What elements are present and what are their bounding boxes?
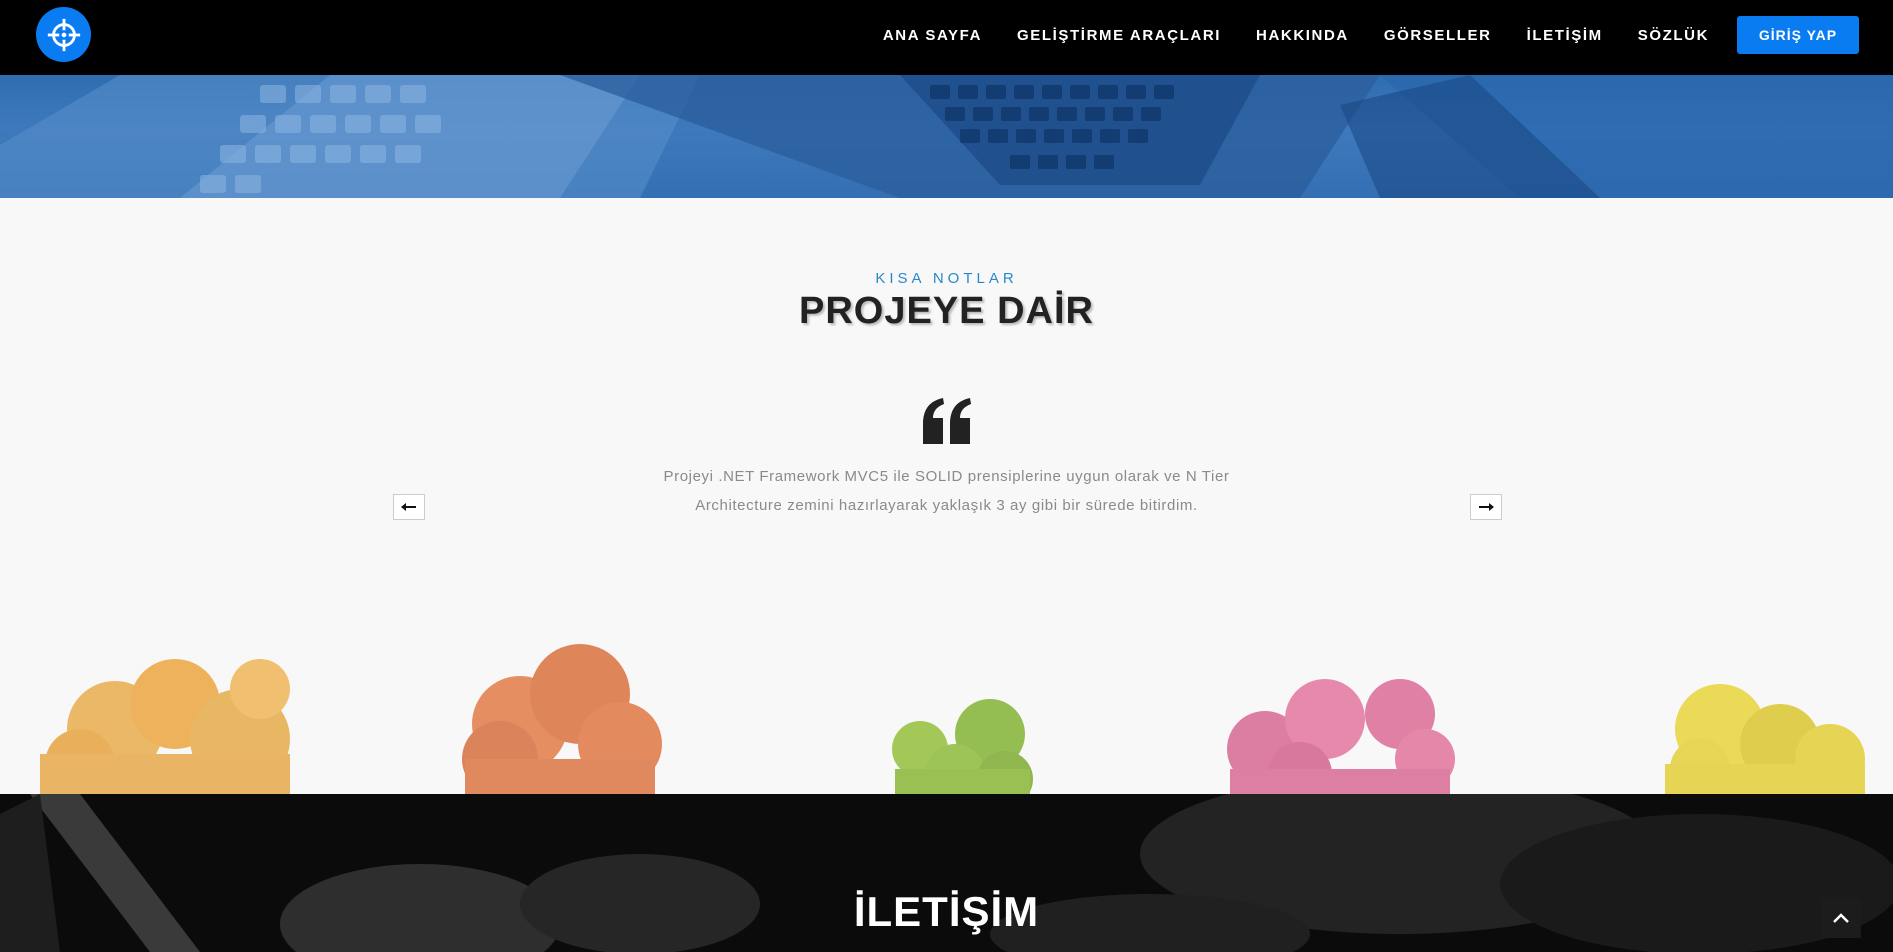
cacti-background-image (40, 644, 1865, 794)
notes-section: KISA NOTLAR PROJEYE DAİR Projeyi .NET Fr… (0, 198, 1893, 794)
arrow-right-icon (1479, 503, 1494, 511)
nav-item-iletisim[interactable]: İLETİŞİM (1527, 27, 1603, 44)
scroll-top-button[interactable] (1821, 898, 1861, 938)
nav-menu: ANA SAYFA GELİŞTİRME ARAÇLARI HAKKINDA G… (883, 0, 1709, 70)
quote-text: Projeyi .NET Framework MVC5 ile SOLID pr… (663, 468, 1230, 514)
nav-item-sozluk[interactable]: SÖZLÜK (1638, 27, 1709, 44)
nav-item-ana-sayfa[interactable]: ANA SAYFA (883, 27, 982, 44)
pink-cactus (1227, 679, 1455, 794)
login-button[interactable]: GİRİŞ YAP (1737, 16, 1859, 54)
hero-banner-image (0, 75, 1893, 198)
section-subtitle: KISA NOTLAR (875, 270, 1018, 287)
chevron-up-icon (1833, 913, 1849, 923)
red-orange-cactus (462, 644, 662, 794)
laptop-image (0, 75, 1893, 198)
navbar: ANA SAYFA GELİŞTİRME ARAÇLARI HAKKINDA G… (0, 0, 1893, 75)
crosshair-logo-icon[interactable] (36, 7, 91, 62)
quote-icon (923, 398, 971, 444)
nav-item-hakkinda[interactable]: HAKKINDA (1256, 27, 1349, 44)
yellow-cactus (1665, 684, 1865, 794)
nav-item-gelistirme-araclari[interactable]: GELİŞTİRME ARAÇLARI (1017, 27, 1221, 44)
green-cactus (892, 699, 1033, 794)
carousel-prev-button[interactable] (393, 494, 425, 520)
contact-title: İLETİŞİM (853, 888, 1040, 935)
contact-section: İLETİŞİM (0, 794, 1893, 952)
carousel-next-button[interactable] (1470, 494, 1502, 520)
arrow-left-icon (401, 503, 416, 511)
nav-item-gorseller[interactable]: GÖRSELLER (1384, 27, 1492, 44)
section-title: PROJEYE DAİR (799, 290, 1094, 332)
orange-cactus (40, 659, 290, 794)
